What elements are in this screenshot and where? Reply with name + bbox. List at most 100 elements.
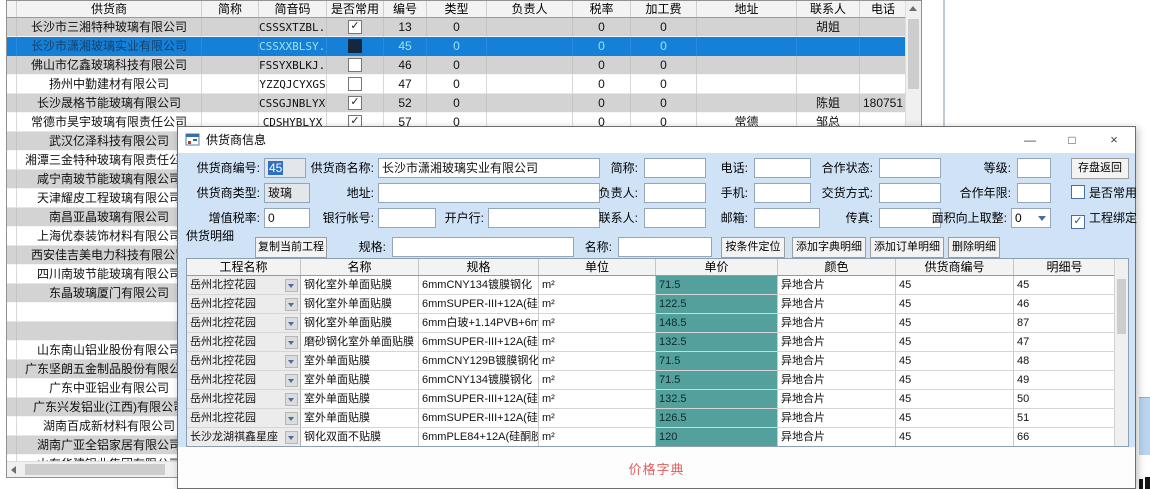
cell-name[interactable]: 四川南玻节能玻璃有限公司 [17,265,202,284]
cell-name[interactable]: 扬州中勤建材有限公司 [17,75,202,94]
cell-type[interactable]: 0 [427,37,487,56]
maximize-icon[interactable]: □ [1051,127,1093,153]
detail-cell[interactable]: m² [539,371,656,390]
cell-name[interactable]: 南昌亚晶玻璃有限公司 [17,208,202,227]
cell-common[interactable]: ✓ [327,94,384,113]
detail-cell[interactable]: 45 [896,276,1014,295]
supplier-row[interactable]: 长沙市潇湘玻璃实业有限公司CSSXXBLSY...45000 [7,37,905,56]
cell-abbr[interactable] [202,37,259,56]
save-return-button[interactable]: 存盘返回 [1071,158,1129,179]
vertical-scroll-thumb[interactable] [908,19,919,89]
cell-manager[interactable] [487,75,573,94]
cell-no[interactable]: 46 [384,56,427,75]
detail-cell[interactable]: 48 [1014,352,1116,371]
detail-cell[interactable]: 6mmSUPER-III+12A(硅... [419,295,539,314]
cell-abbr[interactable] [202,56,259,75]
copy-project-button[interactable]: 复制当前工程 [255,237,327,258]
detail-cell[interactable]: m² [539,276,656,295]
cell-name[interactable]: 东晶玻璃厦门有限公司 [17,284,202,303]
detail-row[interactable]: 岳州北控花园钢化室外单面贴膜6mm白玻+1.14PVB+6mm...m²148.… [187,314,1114,333]
detail-cell[interactable]: 126.5 [656,409,778,428]
checkbox-icon[interactable] [348,58,362,72]
detail-cell[interactable]: 132.5 [656,390,778,409]
cell-type[interactable]: 0 [427,18,487,37]
detail-row[interactable]: 岳州北控花园室外单面贴膜6mmSUPER-III+12A(硅...m²126.5… [187,409,1114,428]
cell-contact[interactable] [797,56,860,75]
detail-cell[interactable]: 6mm白玻+1.14PVB+6mm... [419,314,539,333]
project-bind-checkbox[interactable]: ✓工程绑定 [1071,208,1137,228]
detail-cell[interactable]: 45 [896,314,1014,333]
detail-cell[interactable]: 异地合片 [778,409,896,428]
supplier-row[interactable]: 扬州中勤建材有限公司YZZQJCYXGS47000 [7,75,905,94]
cell-phone[interactable] [860,18,905,37]
often-used-checkbox[interactable]: 是否常用 [1071,183,1137,203]
cell-tax[interactable]: 0 [573,94,631,113]
delivery-method-input[interactable] [879,183,941,203]
bank-branch-input[interactable] [488,208,600,228]
detail-cell[interactable]: 46 [1014,295,1116,314]
detail-row[interactable]: 岳州北控花园室外单面贴膜6mmCNY134镀膜钢化m²71.5异地合片4549 [187,371,1114,390]
manager-input[interactable] [644,183,706,203]
cell-code[interactable]: FSSYXBLKJ... [259,56,327,75]
detail-cell[interactable]: 钢化双面不贴膜 [301,428,419,447]
cell-name[interactable] [17,322,202,341]
cell-contact[interactable]: 胡姐 [797,18,860,37]
cell-manager[interactable] [487,94,573,113]
column-header-5[interactable]: 编号 [384,1,427,17]
detail-cell[interactable]: 异地合片 [778,333,896,352]
cell-name[interactable]: 长沙市潇湘玻璃实业有限公司 [17,37,202,56]
cell-common[interactable] [327,56,384,75]
cell-abbr[interactable] [202,18,259,37]
scroll-left-icon[interactable] [11,466,16,474]
column-header-12[interactable]: 电话 [860,1,905,17]
checkbox-icon[interactable] [348,39,362,53]
detail-cell[interactable]: 6mmSUPER-III+12A(硅... [419,409,539,428]
detail-cell[interactable]: 室外单面贴膜 [301,371,419,390]
detail-cell[interactable]: 异地合片 [778,295,896,314]
cell-name[interactable]: 广东中亚铝业有限公司 [17,379,202,398]
project-combo-cell[interactable]: 岳州北控花园 [187,276,301,295]
cell-phone[interactable] [860,75,905,94]
detail-cell[interactable]: 45 [896,371,1014,390]
project-combo-cell[interactable]: 岳州北控花园 [187,390,301,409]
cell-abbr[interactable] [202,75,259,94]
cell-no[interactable]: 47 [384,75,427,94]
detail-cell[interactable]: 45 [896,409,1014,428]
cell-common[interactable] [327,37,384,56]
detail-cell[interactable]: 异地合片 [778,276,896,295]
chevron-down-icon[interactable] [285,412,298,425]
detail-row[interactable]: 岳州北控花园钢化室外单面贴膜6mmSUPER-III+12A(硅...m²122… [187,295,1114,314]
supplier-row[interactable]: 长沙晟格节能玻璃有限公司CSSGJNBLYXGS✓52000陈姐180751 [7,94,905,113]
cell-name[interactable]: 武汉亿泽科技有限公司 [17,132,202,151]
cell-code[interactable]: CSSGJNBLYXGS [259,94,327,113]
email-input[interactable] [754,208,820,228]
mobile-input[interactable] [754,183,811,203]
cell-name[interactable]: 湘潭三金特种玻璃有限责任公司 [17,151,202,170]
detail-cell[interactable]: 45 [1014,276,1116,295]
detail-cell[interactable]: 45 [896,295,1014,314]
column-header-2[interactable]: 简称 [202,1,259,17]
project-combo-cell[interactable]: 岳州北控花园 [187,352,301,371]
cell-tax[interactable]: 0 [573,56,631,75]
detail-cell[interactable]: 钢化室外单面贴膜 [301,295,419,314]
cell-fee[interactable]: 0 [631,75,697,94]
detail-cell[interactable]: 异地合片 [778,428,896,447]
detail-cell[interactable]: 45 [896,390,1014,409]
cell-manager[interactable] [487,56,573,75]
detail-cell[interactable]: 6mmSUPER-III+12A(硅... [419,333,539,352]
detail-column-header[interactable]: 单位 [539,259,656,275]
column-header-4[interactable]: 是否常用 [327,1,384,17]
cell-fee[interactable]: 0 [631,37,697,56]
cell-name[interactable]: 天津耀皮工程玻璃有限公司 [17,189,202,208]
cell-no[interactable]: 45 [384,37,427,56]
checked-checkbox-icon[interactable]: ✓ [348,96,362,110]
detail-cell[interactable]: 148.5 [656,314,778,333]
cell-code[interactable]: CSSXXBLSY... [259,37,327,56]
cell-addr[interactable] [697,37,797,56]
close-icon[interactable]: × [1093,127,1135,153]
area-round-up-select[interactable]: 0 [1011,208,1051,228]
cell-manager[interactable] [487,37,573,56]
detail-scroll-thumb[interactable] [1117,279,1126,334]
chevron-down-icon[interactable] [285,336,298,349]
cell-phone[interactable] [860,37,905,56]
